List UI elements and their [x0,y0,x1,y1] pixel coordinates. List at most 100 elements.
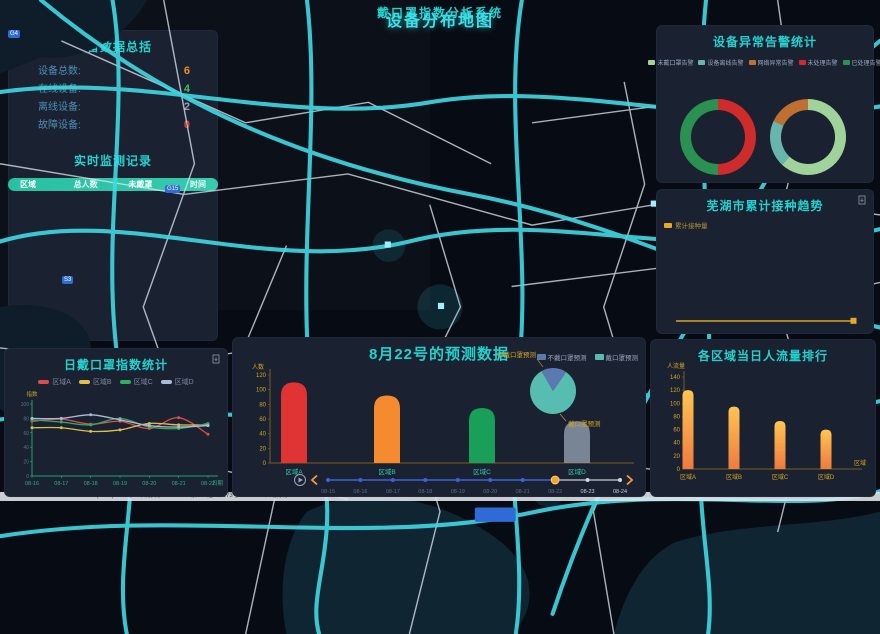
map-panel[interactable]: 设备分布地图 G4 G15 S3 Baidu © 2021 Baidu - GS… [0,0,430,310]
svg-text:20: 20 [673,454,680,460]
legend-swatch [648,60,655,65]
svg-text:指数: 指数 [26,390,38,398]
legend-label: 未处理告警 [808,58,838,67]
vaccine-line-chart [662,231,868,329]
legend-item[interactable]: 网络异常告警 [749,58,794,67]
svg-text:区域D: 区域D [818,473,835,481]
alarm-title: 设备异常告警统计 [656,25,874,50]
legend-item[interactable]: 未处理告警 [799,58,838,67]
timeline-play-button[interactable] [295,475,306,486]
legend-item[interactable]: 已处理告警 [843,58,880,67]
svg-text:0: 0 [26,474,29,480]
svg-text:08-19: 08-19 [113,481,127,487]
mask-line-chart: 0 20 40 60 80 100 指数 08-16 08-17 08-18 08-19 08-20 0… [8,388,224,492]
svg-text:100: 100 [21,402,30,408]
mask-index-title: 日戴口罩指数统计 [4,348,228,373]
svg-text:60: 60 [259,417,266,423]
vaccine-trend-panel: 芜湖市累计接种趋势 累计接种量 [656,189,874,334]
svg-text:人数: 人数 [252,363,264,371]
vaccine-legend-label: 累计接种量 [675,220,708,230]
ranking-panel: 各区域当日人流量排行 020406080100120140人流量区域区域A区域B… [650,339,876,497]
legend-label: 已处理告警 [852,58,880,67]
legend-swatch [799,60,806,65]
legend-label: 区域A [52,377,71,387]
svg-text:08-21: 08-21 [172,481,186,487]
svg-text:08-23: 08-23 [581,489,595,495]
forecast-pie-chart: 不戴口罩预测戴口罩预测 [480,343,644,453]
alarm-legend: 未戴口罩告警设备离线告警网络异常告警未处理告警已处理告警 [656,58,874,67]
legend-item[interactable]: 区域B [79,377,112,387]
ranking-bar-chart: 020406080100120140人流量区域区域A区域B区域C区域D [658,361,868,493]
save-image-icon[interactable] [211,354,221,364]
svg-text:40: 40 [673,441,680,447]
svg-text:08-15: 08-15 [321,489,335,495]
mask-index-panel: 日戴口罩指数统计 区域A 区域B 区域C 区域D 0 20 40 60 80 100 指数 08-1… [4,348,228,497]
svg-text:60: 60 [673,428,680,434]
save-image-icon[interactable] [857,195,867,205]
svg-text:区域C: 区域C [772,473,789,481]
svg-text:140: 140 [670,375,681,381]
timeline-prev-button[interactable] [312,476,317,485]
svg-text:08-24: 08-24 [613,489,627,495]
timeline-next-button[interactable] [627,476,632,485]
legend-label: 设备离线告警 [707,58,743,67]
svg-text:40: 40 [259,432,266,438]
svg-text:08-22: 08-22 [548,489,562,495]
road-label-chip: G15 [165,185,180,193]
svg-text:08-18: 08-18 [84,481,98,487]
svg-text:区域: 区域 [854,459,866,467]
svg-text:区域A: 区域A [680,473,696,481]
road-label-chip: G4 [8,30,20,38]
svg-text:80: 80 [673,414,680,420]
legend-swatch [161,380,172,384]
legend-swatch [749,60,756,65]
mask-legend: 区域A 区域B 区域C 区域D [4,377,228,387]
timeline[interactable]: 08-1508-1608-1708-1808-1908-2008-2108-22… [288,471,640,497]
svg-text:08-20: 08-20 [483,489,497,495]
svg-text:20: 20 [259,446,266,452]
svg-text:08-17: 08-17 [386,489,400,495]
svg-text:120: 120 [256,373,267,379]
legend-item[interactable]: 区域C [120,377,153,387]
legend-item[interactable]: 区域D [161,377,194,387]
svg-text:日期: 日期 [212,480,224,487]
legend-item[interactable]: 设备离线告警 [698,58,743,67]
svg-text:80: 80 [259,402,266,408]
map-canvas[interactable] [0,0,430,310]
svg-text:08-17: 08-17 [54,481,68,487]
legend-swatch [79,380,90,384]
svg-text:60: 60 [23,431,29,437]
legend-item[interactable]: 未戴口罩告警 [648,58,693,67]
svg-text:0: 0 [263,461,267,467]
road-label-chip: S3 [62,276,73,284]
legend-swatch [664,223,672,228]
legend-item[interactable]: 区域A [38,377,71,387]
legend-label: 区域B [93,377,112,387]
vaccine-title: 芜湖市累计接种趋势 [656,189,874,214]
vaccine-legend[interactable]: 累计接种量 [664,220,708,230]
svg-text:08-20: 08-20 [142,481,156,487]
legend-swatch [38,380,49,384]
svg-text:戴口罩预测: 戴口罩预测 [568,419,601,428]
svg-text:08-19: 08-19 [451,489,465,495]
svg-text:20: 20 [23,460,29,466]
svg-text:08-21: 08-21 [516,489,530,495]
legend-label: 网络异常告警 [758,58,794,67]
legend-swatch [843,60,850,65]
svg-text:40: 40 [23,445,29,451]
legend-swatch [698,60,705,65]
forecast-panel: 8月22号的预测数据 不戴口罩预测戴口罩预测 020406080100120人数… [232,337,646,497]
svg-text:0: 0 [677,467,681,473]
svg-text:人流量: 人流量 [667,362,685,370]
svg-text:100: 100 [670,401,681,407]
timeline-date-dot[interactable]: 08-22 [548,476,562,495]
alarm-donut-charts [656,71,874,183]
svg-text:不戴口罩预测: 不戴口罩预测 [497,350,537,359]
legend-label: 区域D [175,377,194,387]
alarm-stats-panel: 设备异常告警统计 未戴口罩告警设备离线告警网络异常告警未处理告警已处理告警 [656,25,874,183]
legend-swatch [120,380,131,384]
svg-text:08-16: 08-16 [25,481,39,487]
svg-text:80: 80 [23,416,29,422]
svg-text:区域B: 区域B [726,473,742,481]
legend-label: 未戴口罩告警 [657,58,693,67]
